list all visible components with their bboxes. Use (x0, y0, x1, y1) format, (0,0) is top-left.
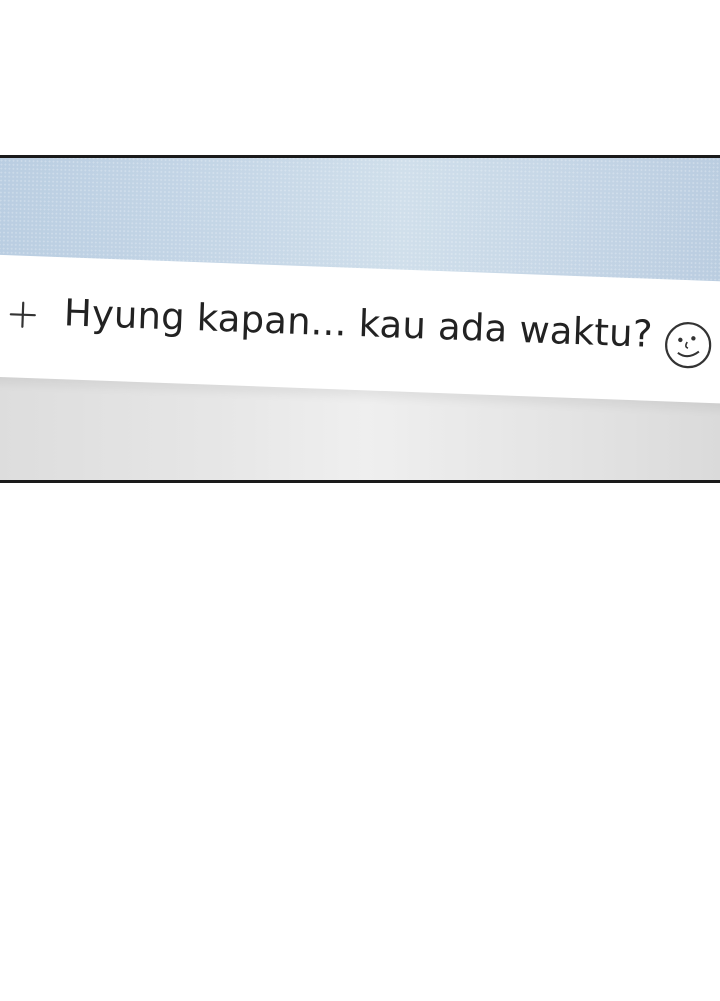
message-input-text[interactable]: Hyung kapan... kau ada waktu? (63, 291, 653, 356)
smiley-icon[interactable] (662, 319, 714, 371)
comic-panel: Hyung kapan... kau ada waktu? (0, 155, 720, 483)
plus-icon[interactable] (7, 299, 38, 330)
